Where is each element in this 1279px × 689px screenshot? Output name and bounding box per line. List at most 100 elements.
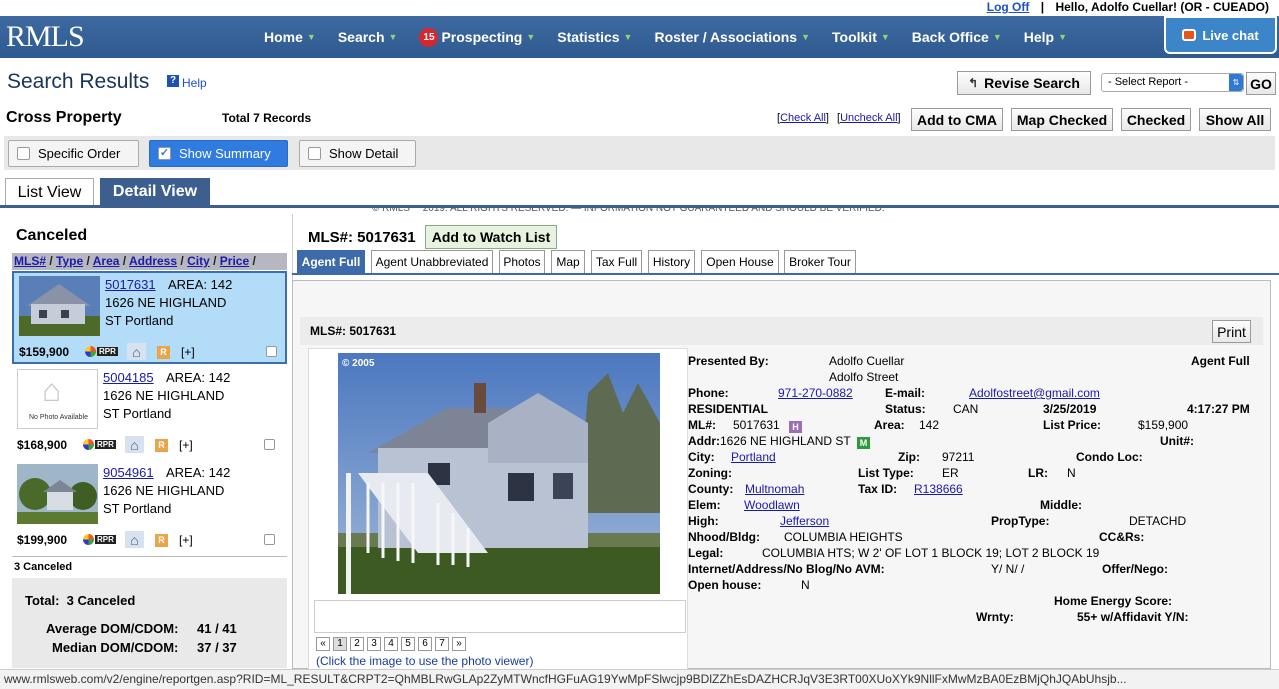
pager-page[interactable]: 7 xyxy=(435,637,449,651)
home-icon[interactable]: ⌂ xyxy=(127,343,146,360)
photo-pager: « 1 2 3 4 5 6 7 » xyxy=(316,637,469,651)
nav-search[interactable]: Search ▼ xyxy=(338,29,398,45)
sort-area[interactable]: Area xyxy=(93,254,120,268)
specific-order-toggle[interactable]: Specific Order xyxy=(8,140,139,167)
r-report-icon[interactable]: R xyxy=(155,439,168,452)
chevron-down-icon: ▼ xyxy=(388,32,398,42)
listing-price: $199,900 xyxy=(17,533,68,547)
city-link[interactable]: Portland xyxy=(731,450,776,464)
stats-median-value: 37 / 37 xyxy=(197,640,237,655)
show-all-button[interactable]: Show All xyxy=(1199,108,1271,131)
revise-search-button[interactable]: ↰ Revise Search xyxy=(957,71,1091,95)
pager-page[interactable]: 2 xyxy=(350,637,364,651)
tab-broker-tour[interactable]: Broker Tour xyxy=(784,250,856,274)
nav-statistics[interactable]: Statistics ▼ xyxy=(557,29,632,45)
show-detail-toggle[interactable]: Show Detail xyxy=(299,140,416,167)
nav-search-label: Search xyxy=(337,29,385,45)
sort-type[interactable]: Type xyxy=(56,254,83,268)
high-link[interactable]: Jefferson xyxy=(780,514,829,528)
legal-label: Legal: xyxy=(688,546,724,560)
open-house-value: N xyxy=(801,578,810,592)
checked-button[interactable]: Checked xyxy=(1121,108,1191,131)
listing-thumbnail[interactable] xyxy=(17,464,98,524)
sort-separator: / xyxy=(122,254,127,268)
select-report-dropdown[interactable]: - Select Report - ⇅ xyxy=(1101,73,1244,92)
expand-link[interactable]: [+] xyxy=(179,533,193,547)
uncheck-all-label[interactable]: Uncheck All xyxy=(840,112,897,124)
expand-link[interactable]: [+] xyxy=(179,438,193,452)
history-icon[interactable]: H xyxy=(789,419,802,433)
nav-help[interactable]: Help ▼ xyxy=(1024,29,1067,45)
help-icon[interactable]: ? xyxy=(167,75,179,87)
canceled-count: 3 Canceled xyxy=(14,561,73,573)
listing-checkbox[interactable] xyxy=(264,439,275,450)
logoff-link[interactable]: Log Off xyxy=(987,0,1030,14)
tab-map[interactable]: Map xyxy=(551,250,585,274)
phone-link[interactable]: 971-270-0882 xyxy=(778,386,853,400)
listing-checkbox[interactable] xyxy=(264,534,275,545)
pager-page[interactable]: 3 xyxy=(367,637,381,651)
listing-mls-link[interactable]: 9054961 xyxy=(103,465,154,480)
pager-page[interactable]: 1 xyxy=(333,637,347,651)
tab-tax-full[interactable]: Tax Full xyxy=(591,250,642,274)
pager-first[interactable]: « xyxy=(316,637,330,651)
sort-price[interactable]: Price xyxy=(220,254,249,268)
list-item[interactable]: ⌂ No Photo Available 5004185 AREA: 142 1… xyxy=(12,366,287,459)
tab-list-view[interactable]: List View xyxy=(5,178,94,206)
uncheck-all-link[interactable]: [Uncheck All] xyxy=(837,112,901,124)
nav-home[interactable]: Home ▼ xyxy=(264,29,316,45)
elem-link[interactable]: Woodlawn xyxy=(744,498,800,512)
rmls-logo[interactable]: RMLS xyxy=(6,20,85,54)
help-link[interactable]: Help xyxy=(182,76,207,90)
nav-roster[interactable]: Roster / Associations ▼ xyxy=(654,29,810,45)
tab-photos[interactable]: Photos xyxy=(499,250,545,274)
r-report-icon[interactable]: R xyxy=(155,534,168,547)
list-item[interactable]: 5017631 AREA: 142 1626 NE HIGHLAND ST Po… xyxy=(12,271,287,364)
expand-link[interactable]: [+] xyxy=(181,345,195,359)
county-link[interactable]: Multnomah xyxy=(745,482,804,496)
rpr-icon[interactable]: RPR xyxy=(83,437,117,452)
listing-photo[interactable]: © 2005 xyxy=(338,353,660,594)
pager-page[interactable]: 5 xyxy=(401,637,415,651)
add-to-cma-button[interactable]: Add to CMA xyxy=(911,108,1003,131)
sort-city[interactable]: City xyxy=(187,254,210,268)
go-button[interactable]: GO xyxy=(1246,72,1276,95)
main-navbar: RMLS Home ▼ Search ▼ 15 Prospecting ▼ Statis… xyxy=(0,16,1279,58)
rpr-icon[interactable]: RPR xyxy=(83,532,117,547)
print-button[interactable]: Print xyxy=(1212,320,1251,343)
check-all-label[interactable]: Check All xyxy=(780,112,826,124)
show-summary-toggle[interactable]: ✓ Show Summary xyxy=(149,140,288,167)
nav-prospecting[interactable]: 15 Prospecting ▼ xyxy=(419,27,535,47)
sort-address[interactable]: Address xyxy=(129,254,177,268)
tab-history[interactable]: History xyxy=(648,250,695,274)
rpr-icon[interactable]: RPR xyxy=(85,344,119,359)
tab-agent-full[interactable]: Agent Full xyxy=(297,250,365,274)
listing-mls-link[interactable]: 5017631 xyxy=(105,277,156,292)
map-checked-button[interactable]: Map Checked xyxy=(1011,108,1113,131)
email-link[interactable]: Adolfostreet@gmail.com xyxy=(969,386,1100,400)
tab-open-house[interactable]: Open House xyxy=(701,250,779,274)
pager-page[interactable]: 4 xyxy=(384,637,398,651)
sort-mls[interactable]: MLS# xyxy=(14,254,46,268)
county-label: County: xyxy=(688,482,734,496)
tab-agent-unabbreviated[interactable]: Agent Unabbreviated xyxy=(371,250,493,274)
home-icon[interactable]: ⌂ xyxy=(125,436,144,453)
check-all-link[interactable]: [Check All] xyxy=(777,112,829,124)
listing-mls-link[interactable]: 5004185 xyxy=(103,370,154,385)
listing-checkbox[interactable] xyxy=(266,346,277,357)
map-icon[interactable]: M xyxy=(857,435,870,449)
r-report-icon[interactable]: R xyxy=(157,346,170,359)
add-to-watch-list-button[interactable]: Add to Watch List xyxy=(425,225,557,249)
nav-toolkit[interactable]: Toolkit ▼ xyxy=(832,29,890,45)
live-chat-button[interactable]: Live chat xyxy=(1164,16,1277,54)
listing-thumbnail[interactable] xyxy=(19,276,100,336)
tax-id-link[interactable]: R138666 xyxy=(914,482,963,496)
list-item[interactable]: 9054961 AREA: 142 1626 NE HIGHLAND ST Po… xyxy=(12,461,287,554)
pager-last[interactable]: » xyxy=(452,637,466,651)
pager-page[interactable]: 6 xyxy=(418,637,432,651)
tab-detail-view[interactable]: Detail View xyxy=(100,178,210,206)
home-icon[interactable]: ⌂ xyxy=(125,531,144,548)
sort-bar: MLS# / Type / Area / Address / City / Pr… xyxy=(12,253,287,270)
nav-backoffice[interactable]: Back Office ▼ xyxy=(912,29,1002,45)
presented-by-label: Presented By: xyxy=(688,354,769,368)
